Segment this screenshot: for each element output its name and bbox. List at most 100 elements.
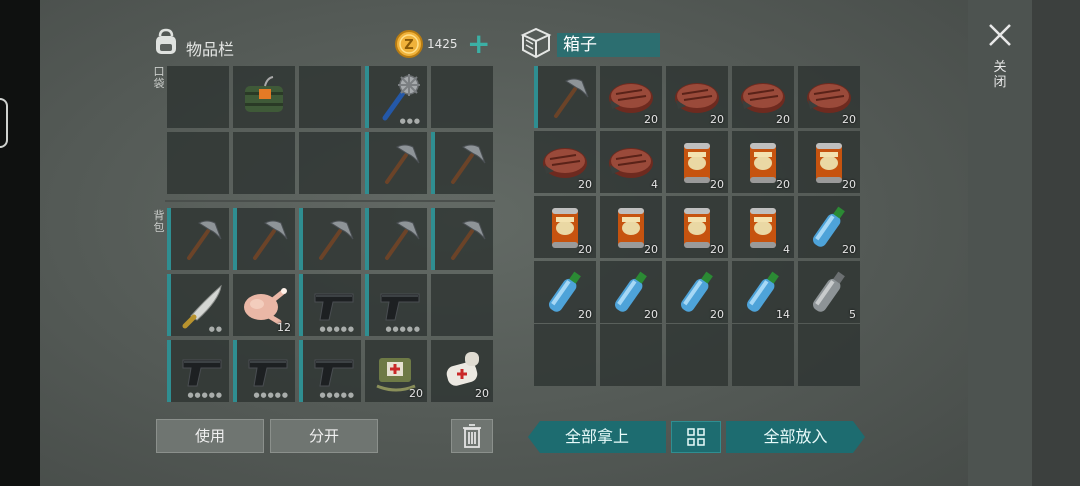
box-slot[interactable] xyxy=(666,324,728,386)
box-slot[interactable]: 20 xyxy=(534,131,596,193)
pickaxe-icon xyxy=(309,214,359,264)
item-quantity: 4 xyxy=(783,243,790,256)
machete-icon xyxy=(177,280,227,330)
item-quantity: 20 xyxy=(710,308,724,321)
box-slot[interactable]: 20 xyxy=(666,131,728,193)
box-slot[interactable]: 4 xyxy=(600,131,662,193)
box-slot[interactable]: 20 xyxy=(534,196,596,258)
pickaxe-icon xyxy=(243,214,293,264)
inventory-slot[interactable] xyxy=(233,132,295,194)
box-slot[interactable]: 20 xyxy=(600,261,662,323)
put-all-button[interactable]: 全部放入 xyxy=(726,421,865,453)
box-slot[interactable] xyxy=(534,66,596,128)
inventory-slot[interactable]: ●●●●● xyxy=(365,274,427,336)
backpack-label: 背包 xyxy=(153,209,165,234)
inventory-slot[interactable] xyxy=(365,208,427,270)
item-quantity: 20 xyxy=(710,113,724,126)
pickaxe-icon xyxy=(375,138,425,188)
section-divider xyxy=(165,200,495,202)
inventory-slot[interactable] xyxy=(299,66,361,128)
durability-dots: ●●●●● xyxy=(187,391,223,399)
item-quantity: 5 xyxy=(849,308,856,321)
box-slot[interactable]: 20 xyxy=(600,196,662,258)
inventory-slot[interactable]: ●● xyxy=(167,274,229,336)
pickaxe-icon xyxy=(544,72,594,122)
inventory-slot[interactable]: ●●●●● xyxy=(167,340,229,402)
box-slot[interactable]: 20 xyxy=(666,66,728,128)
inventory-slot[interactable] xyxy=(431,274,493,336)
inventory-slot[interactable] xyxy=(167,132,229,194)
item-quantity: 20 xyxy=(578,308,592,321)
inventory-slot[interactable] xyxy=(299,208,361,270)
durability-dots: ●●● xyxy=(399,117,421,125)
side-handle[interactable] xyxy=(0,98,8,148)
inventory-slot[interactable] xyxy=(431,208,493,270)
pistol-icon xyxy=(309,280,359,330)
inventory-slot[interactable] xyxy=(365,132,427,194)
durability-dots: ●●●●● xyxy=(319,391,355,399)
trash-button[interactable] xyxy=(451,419,493,453)
box-title[interactable]: 箱子 xyxy=(557,33,660,57)
box-slot[interactable] xyxy=(600,324,662,386)
close-icon[interactable] xyxy=(987,22,1013,48)
pistol-icon xyxy=(375,280,425,330)
item-quantity: 20 xyxy=(710,178,724,191)
item-quantity: 20 xyxy=(842,113,856,126)
mace-icon xyxy=(375,72,425,122)
box-slot[interactable] xyxy=(798,324,860,386)
box-slot[interactable]: 20 xyxy=(798,131,860,193)
box-slot[interactable]: 5 xyxy=(798,261,860,323)
inventory-slot[interactable] xyxy=(167,208,229,270)
inventory-slot[interactable]: 20 xyxy=(365,340,427,402)
inventory-slot[interactable]: ●●●●● xyxy=(299,274,361,336)
add-coins-button[interactable]: + xyxy=(467,30,490,58)
item-quantity: 20 xyxy=(776,113,790,126)
inventory-slot[interactable]: ●●●●● xyxy=(233,340,295,402)
pistol-icon xyxy=(243,346,293,396)
split-button[interactable]: 分开 xyxy=(270,419,378,453)
pocket-label: 口袋 xyxy=(153,65,165,90)
box-slot[interactable]: 20 xyxy=(534,261,596,323)
inventory-slot[interactable] xyxy=(299,132,361,194)
pickaxe-icon xyxy=(375,214,425,264)
box-slot[interactable] xyxy=(534,324,596,386)
box-slot[interactable]: 20 xyxy=(732,131,794,193)
box-slot[interactable]: 4 xyxy=(732,196,794,258)
sort-button[interactable] xyxy=(671,421,721,453)
inventory-slot[interactable] xyxy=(431,66,493,128)
inventory-slot[interactable]: ●●● xyxy=(365,66,427,128)
inventory-slot[interactable]: ●●●●● xyxy=(299,340,361,402)
use-button[interactable]: 使用 xyxy=(156,419,264,453)
inventory-slot[interactable] xyxy=(431,132,493,194)
durability-dots: ●●●●● xyxy=(319,325,355,333)
inventory-slot[interactable] xyxy=(233,66,295,128)
right-edge xyxy=(1032,0,1080,486)
inventory-slot[interactable]: 20 xyxy=(431,340,493,402)
box-slot[interactable]: 20 xyxy=(666,261,728,323)
close-label[interactable]: 关闭 xyxy=(992,60,1008,90)
item-quantity: 20 xyxy=(842,243,856,256)
inventory-title: 物品栏 xyxy=(186,40,235,59)
inventory-slot[interactable]: 12 xyxy=(233,274,295,336)
inventory-slot[interactable] xyxy=(167,66,229,128)
backpack-icon xyxy=(156,28,176,54)
take-all-button[interactable]: 全部拿上 xyxy=(528,421,666,453)
pickaxe-icon xyxy=(441,138,491,188)
coin-amount: 1425 xyxy=(427,37,458,51)
grid-icon xyxy=(687,428,705,446)
item-quantity: 20 xyxy=(644,243,658,256)
box-slot[interactable] xyxy=(732,324,794,386)
item-quantity: 20 xyxy=(644,113,658,126)
inventory-slot[interactable] xyxy=(233,208,295,270)
box-slot[interactable]: 20 xyxy=(666,196,728,258)
item-quantity: 12 xyxy=(277,321,291,334)
box-slot[interactable]: 14 xyxy=(732,261,794,323)
box-slot[interactable]: 20 xyxy=(798,196,860,258)
box-slot[interactable]: 20 xyxy=(798,66,860,128)
svg-text:Z: Z xyxy=(404,38,413,53)
box-icon xyxy=(520,27,552,59)
item-quantity: 4 xyxy=(651,178,658,191)
item-quantity: 20 xyxy=(578,243,592,256)
box-slot[interactable]: 20 xyxy=(600,66,662,128)
box-slot[interactable]: 20 xyxy=(732,66,794,128)
